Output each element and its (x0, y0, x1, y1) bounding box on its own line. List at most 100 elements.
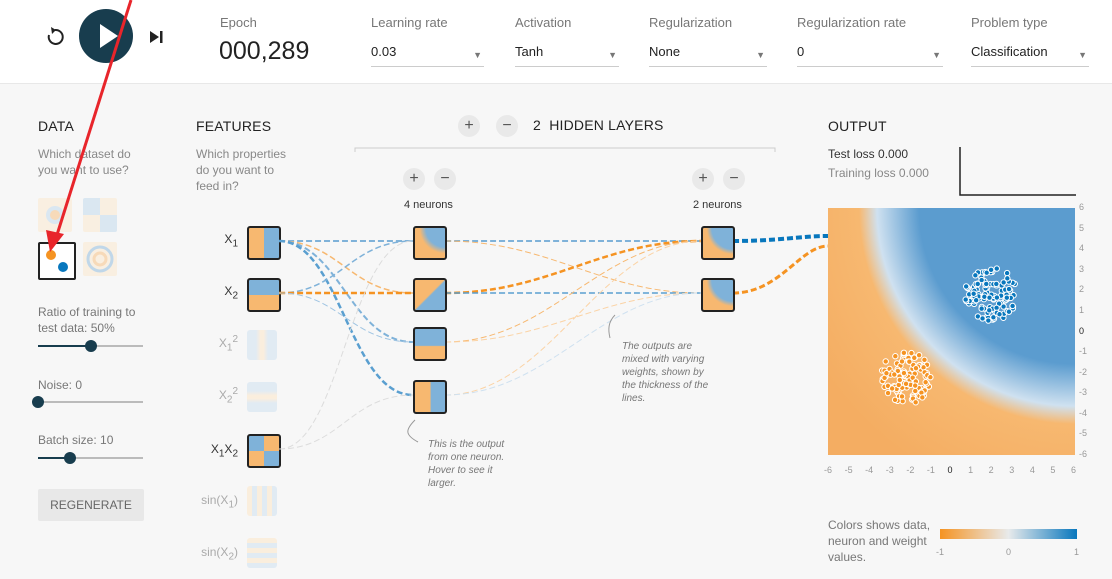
x-tick-label: -2 (906, 465, 915, 475)
weight-line[interactable] (732, 234, 829, 243)
remove-neuron-layer2-button[interactable]: − (723, 168, 745, 190)
layers-count: 2 (533, 117, 541, 133)
test-loss: Test loss 0.000 (828, 147, 909, 161)
x-tick-label: 0 (947, 465, 953, 475)
x-tick-label: -6 (824, 465, 833, 475)
data-point (912, 382, 919, 389)
data-point (993, 280, 1000, 288)
x-tick-label: 2 (988, 465, 994, 475)
scale-min-label: -1 (936, 547, 945, 557)
data-point (985, 317, 992, 324)
x-tick-label: 5 (1050, 465, 1056, 475)
data-point (1003, 294, 1011, 301)
y-tick-label: 4 (1079, 243, 1085, 254)
hidden-neuron-2-1[interactable] (701, 226, 735, 260)
data-point (921, 356, 928, 364)
data-point (962, 283, 970, 290)
weight-line[interactable] (444, 292, 702, 343)
data-point (888, 385, 896, 392)
hidden-neuron-1-2[interactable] (413, 278, 447, 312)
layers-label: HIDDEN LAYERS (549, 117, 664, 133)
data-point (896, 376, 904, 384)
weight-line[interactable] (278, 240, 414, 450)
add-neuron-layer2-button[interactable]: + (692, 168, 714, 190)
data-point (900, 369, 908, 377)
y-tick-label: -4 (1079, 407, 1088, 418)
output-section-title: OUTPUT (828, 118, 887, 134)
y-tick-label: 6 (1079, 202, 1085, 212)
y-tick-label: -3 (1079, 387, 1088, 398)
colors-note: Colors shows data, neuron and weight val… (828, 518, 931, 564)
data-point (892, 353, 899, 360)
data-point (974, 280, 981, 288)
hidden-neuron-1-4[interactable] (413, 380, 447, 414)
data-point (986, 307, 993, 314)
data-point (927, 373, 934, 381)
hidden-neuron-1-3[interactable] (413, 327, 447, 361)
data-point (884, 389, 892, 397)
data-point (993, 294, 1001, 301)
data-point (972, 297, 980, 304)
data-point (882, 358, 889, 365)
hidden-layers-bracket (354, 147, 776, 152)
hidden-neuron-1-1[interactable] (413, 226, 447, 260)
data-point (962, 296, 969, 303)
data-point (906, 358, 913, 365)
data-point (978, 305, 985, 312)
hidden-layers-title: 2 HIDDEN LAYERS (533, 117, 664, 133)
x-tick-label: -3 (885, 465, 894, 475)
scale-max-label: 1 (1074, 547, 1080, 557)
loss-curve-chart (959, 147, 1076, 196)
data-point (891, 371, 898, 378)
output-decision-plot[interactable] (828, 208, 1075, 455)
data-point (883, 369, 890, 377)
y-tick-label: 1 (1079, 304, 1085, 315)
hidden-neuron-2-2[interactable] (701, 278, 735, 312)
weight-line[interactable] (732, 244, 829, 295)
y-tick-label: -6 (1079, 449, 1088, 459)
data-point (972, 272, 979, 279)
data-point (993, 265, 1000, 272)
weight-line[interactable] (444, 239, 702, 295)
data-point (981, 293, 988, 300)
weights-annotation: The outputs are mixed with varying weigh… (622, 341, 709, 404)
x-tick-label: 3 (1009, 465, 1015, 475)
y-tick-label: -2 (1079, 366, 1088, 377)
y-tick-label: 3 (1079, 263, 1085, 274)
data-point (915, 351, 923, 359)
data-point (996, 311, 1003, 318)
data-point (898, 358, 906, 365)
data-point (1003, 269, 1011, 277)
data-point (986, 294, 993, 301)
add-neuron-layer1-button[interactable]: + (403, 168, 425, 190)
neuron-note-arrow (407, 419, 419, 443)
y-tick-label: -5 (1079, 428, 1088, 439)
scale-mid-label: 0 (1006, 547, 1012, 557)
data-point (1005, 308, 1013, 315)
weight-line[interactable] (278, 292, 414, 343)
data-point (970, 290, 977, 297)
data-point (987, 266, 995, 274)
remove-layer-button[interactable]: − (496, 115, 518, 137)
data-point (900, 349, 908, 356)
data-point (990, 314, 997, 321)
training-loss: Training loss 0.000 (828, 166, 929, 180)
data-point (912, 399, 919, 406)
layer2-neuron-count: 2 neurons (693, 199, 742, 211)
loss-curve (959, 147, 1076, 196)
neuron-annotation: This is the output from one neuron. Hove… (428, 439, 505, 489)
data-point (919, 394, 926, 401)
data-point (922, 379, 929, 386)
x-tick-label: 4 (1029, 465, 1035, 475)
x-tick-label: -5 (844, 465, 853, 475)
layer1-neuron-count: 4 neurons (404, 199, 453, 211)
y-tick-label: 2 (1079, 284, 1085, 295)
data-point (983, 280, 990, 288)
x-tick-label: 6 (1071, 465, 1077, 475)
x-tick-label: -4 (865, 465, 874, 475)
color-scale-bar (940, 529, 1077, 539)
data-point (898, 393, 906, 400)
add-layer-button[interactable]: + (458, 115, 480, 137)
remove-neuron-layer1-button[interactable]: − (434, 168, 456, 190)
x-tick-label: 1 (968, 465, 974, 475)
